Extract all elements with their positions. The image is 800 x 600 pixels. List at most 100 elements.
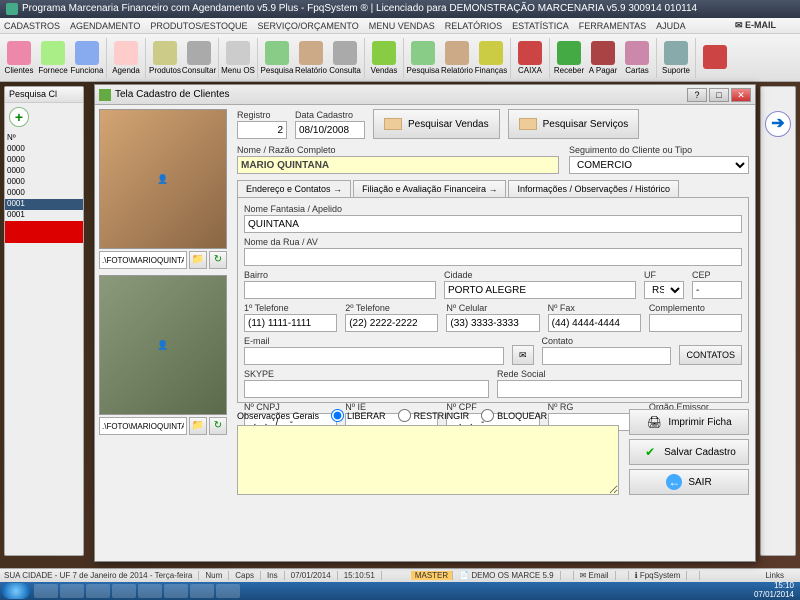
menu-agendamento[interactable]: AGENDAMENTO <box>70 21 140 31</box>
system-clock[interactable]: 15:1007/01/2014 <box>754 582 798 600</box>
photo1-path-input[interactable] <box>99 251 187 269</box>
toolbar-receber[interactable]: Receber <box>552 36 586 80</box>
menu-email[interactable]: ✉ E-MAIL <box>735 20 786 31</box>
taskbar-item[interactable] <box>164 584 188 598</box>
photo2-path-input[interactable] <box>99 417 187 435</box>
toolbar-menu os[interactable]: Menu OS <box>221 36 255 80</box>
rua-input[interactable] <box>244 248 742 266</box>
toolbar-fornece[interactable]: Fornece <box>36 36 70 80</box>
imprimir-button[interactable]: 🖨Imprimir Ficha <box>629 409 749 435</box>
toolbar-relatório[interactable]: Relatório <box>294 36 328 80</box>
status-links[interactable]: Links <box>765 571 790 580</box>
tab-informacoes[interactable]: Informações / Observações / Histórico <box>508 180 679 197</box>
sair-button[interactable]: ←SAIR <box>629 469 749 495</box>
photo1-refresh-button[interactable]: ↻ <box>209 251 227 269</box>
taskbar-item[interactable] <box>190 584 214 598</box>
datacad-input[interactable] <box>295 121 365 139</box>
fax-input[interactable] <box>548 314 641 332</box>
pesquisar-vendas-button[interactable]: Pesquisar Vendas <box>373 109 500 139</box>
tel2-input[interactable] <box>345 314 438 332</box>
fantasia-input[interactable] <box>244 215 742 233</box>
pesquisar-servicos-button[interactable]: Pesquisar Serviços <box>508 109 640 139</box>
cel-input[interactable] <box>446 314 539 332</box>
list-row[interactable]: 0000 <box>5 155 83 166</box>
menu-cadastros[interactable]: CADASTROS <box>4 21 60 31</box>
toolbar-produtos[interactable]: Produtos <box>148 36 182 80</box>
menu-estatistica[interactable]: ESTATÍSTICA <box>512 21 569 31</box>
menubar: CADASTROS AGENDAMENTO PRODUTOS/ESTOQUE S… <box>0 18 800 34</box>
taskbar-item[interactable] <box>34 584 58 598</box>
compl-input[interactable] <box>649 314 742 332</box>
tab-endereco[interactable]: Endereço e Contatos → <box>237 180 351 197</box>
toolbar-funciona[interactable]: Funciona <box>70 36 104 80</box>
menu-vendas[interactable]: MENU VENDAS <box>369 21 435 31</box>
list-row[interactable]: 0000 <box>5 177 83 188</box>
radio-restringir[interactable]: RESTRINGIR <box>398 409 470 422</box>
list-row[interactable]: 0000 <box>5 188 83 199</box>
cep-input[interactable] <box>692 281 742 299</box>
toolbar-pesquisa[interactable]: Pesquisa <box>260 36 294 80</box>
dialog-titlebar[interactable]: Tela Cadastro de Clientes ? □ ✕ <box>95 85 755 105</box>
bairro-input[interactable] <box>244 281 436 299</box>
toolbar-pesquisa[interactable]: Pesquisa <box>406 36 440 80</box>
contatos-button[interactable]: CONTATOS <box>679 345 742 365</box>
toolbar-exit[interactable] <box>698 36 732 80</box>
nome-input[interactable] <box>237 156 559 174</box>
add-button[interactable]: + <box>9 107 29 127</box>
toolbar-relatório[interactable]: Relatório <box>440 36 474 80</box>
status-fpq[interactable]: ℹ FpqSystem <box>635 571 701 580</box>
radio-bloquear[interactable]: BLOQUEAR <box>481 409 547 422</box>
toolbar-agenda[interactable]: Agenda <box>109 36 143 80</box>
tel2-label: 2º Telefone <box>345 303 438 313</box>
photo2-browse-button[interactable]: 📁 <box>189 417 207 435</box>
photo1-browse-button[interactable]: 📁 <box>189 251 207 269</box>
salvar-button[interactable]: ✔Salvar Cadastro <box>629 439 749 465</box>
taskbar-item[interactable] <box>86 584 110 598</box>
uf-select[interactable]: RS <box>644 281 684 299</box>
skype-input[interactable] <box>244 380 489 398</box>
menu-ferramentas[interactable]: FERRAMENTAS <box>579 21 646 31</box>
status-email[interactable]: ✉ Email <box>580 571 629 580</box>
rede-input[interactable] <box>497 380 742 398</box>
toolbar-consultar[interactable]: Consultar <box>182 36 216 80</box>
toolbar-suporte[interactable]: Suporte <box>659 36 693 80</box>
help-button[interactable]: ? <box>687 88 707 102</box>
toolbar-finanças[interactable]: Finanças <box>474 36 508 80</box>
photo2-refresh-button[interactable]: ↻ <box>209 417 227 435</box>
menu-relatorios[interactable]: RELATÓRIOS <box>445 21 502 31</box>
taskbar-item[interactable] <box>216 584 240 598</box>
tel1-input[interactable] <box>244 314 337 332</box>
toolbar-clientes[interactable]: Clientes <box>2 36 36 80</box>
taskbar-item[interactable] <box>112 584 136 598</box>
taskbar-item[interactable] <box>60 584 84 598</box>
start-button[interactable] <box>2 583 30 599</box>
statusbar: SUA CIDADE - UF 7 de Janeiro de 2014 - T… <box>0 568 800 582</box>
obs-textarea[interactable] <box>237 425 619 495</box>
menu-servico[interactable]: SERVIÇO/ORÇAMENTO <box>258 21 359 31</box>
close-button[interactable]: ✕ <box>731 88 751 102</box>
menu-produtos[interactable]: PRODUTOS/ESTOQUE <box>150 21 247 31</box>
tab-filiacao[interactable]: Filiação e Avaliação Financeira → <box>353 180 506 197</box>
toolbar-caixa[interactable]: CAIXA <box>513 36 547 80</box>
email-input[interactable] <box>244 347 504 365</box>
maximize-button[interactable]: □ <box>709 88 729 102</box>
menu-ajuda[interactable]: AJUDA <box>656 21 686 31</box>
list-row[interactable] <box>5 221 83 232</box>
contato-input[interactable] <box>542 347 672 365</box>
toolbar-vendas[interactable]: Vendas <box>367 36 401 80</box>
email-button[interactable]: ✉ <box>512 345 534 365</box>
toolbar-cartas[interactable]: Cartas <box>620 36 654 80</box>
list-row[interactable]: 0000 <box>5 166 83 177</box>
radio-liberar[interactable]: LIBERAR <box>331 409 386 422</box>
list-row[interactable]: 0001 <box>5 199 83 210</box>
toolbar-consulta[interactable]: Consulta <box>328 36 362 80</box>
taskbar-item[interactable] <box>138 584 162 598</box>
list-row[interactable]: 0000 <box>5 144 83 155</box>
seg-select[interactable]: COMERCIO <box>569 156 749 174</box>
registro-input[interactable] <box>237 121 287 139</box>
list-row[interactable]: 0001 <box>5 210 83 221</box>
forward-button[interactable]: ➔ <box>765 111 791 137</box>
toolbar-a pagar[interactable]: A Pagar <box>586 36 620 80</box>
cidade-input[interactable] <box>444 281 636 299</box>
list-row[interactable] <box>5 232 83 243</box>
